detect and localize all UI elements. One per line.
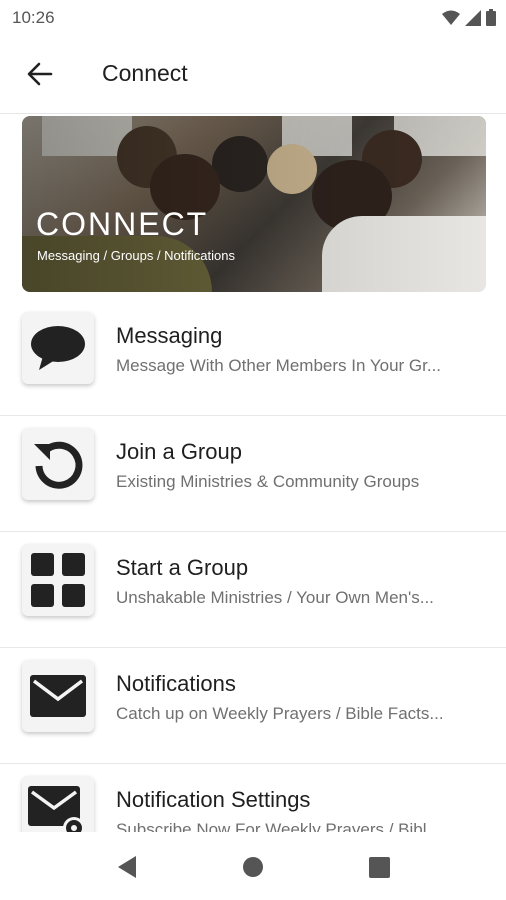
nav-home-button[interactable] xyxy=(238,852,268,882)
battery-icon xyxy=(486,9,496,26)
item-title: Notifications xyxy=(116,671,236,696)
item-title: Messaging xyxy=(116,323,223,348)
item-subtitle: Catch up on Weekly Prayers / Bible Facts… xyxy=(116,704,444,723)
status-bar: 10:26 xyxy=(0,0,506,36)
item-subtitle: Message With Other Members In Your Gr... xyxy=(116,356,442,375)
system-nav-bar xyxy=(0,832,506,900)
item-subtitle: Subscribe Now For Weekly Prayers / Bibl.… xyxy=(116,820,441,832)
app-bar: Connect xyxy=(0,36,506,114)
list-item-start-group[interactable]: Start a Group Unshakable Ministries / Yo… xyxy=(0,532,506,648)
banner-title: CONNECT xyxy=(36,206,209,242)
envelope-gear-icon xyxy=(28,786,85,832)
list-item-notifications[interactable]: Notifications Catch up on Weekly Prayers… xyxy=(0,648,506,764)
list-item-notification-settings[interactable]: Notification Settings Subscribe Now For … xyxy=(0,764,506,832)
item-subtitle: Unshakable Ministries / Your Own Men's..… xyxy=(116,588,434,607)
list-item-messaging[interactable]: Messaging Message With Other Members In … xyxy=(0,300,506,416)
nav-recents-button[interactable] xyxy=(364,852,394,882)
banner-overlay xyxy=(22,116,486,292)
item-title: Notification Settings xyxy=(116,787,311,812)
refresh-icon xyxy=(34,441,83,489)
content-area[interactable]: CONNECT Messaging / Groups / Notificatio… xyxy=(0,114,506,832)
connect-banner[interactable]: CONNECT Messaging / Groups / Notificatio… xyxy=(22,116,486,292)
icon-tile xyxy=(22,544,94,616)
status-time: 10:26 xyxy=(12,8,55,27)
home-circle-icon xyxy=(243,857,263,877)
recents-square-icon xyxy=(368,856,390,878)
back-button[interactable] xyxy=(22,56,58,92)
item-title: Start a Group xyxy=(116,555,249,580)
envelope-icon xyxy=(30,675,86,717)
grid-icon xyxy=(31,553,85,607)
back-triangle-icon xyxy=(118,856,136,878)
wifi-icon xyxy=(442,10,460,25)
list-item-join-group[interactable]: Join a Group Existing Ministries & Commu… xyxy=(0,416,506,532)
page-title: Connect xyxy=(102,60,188,86)
signal-icon xyxy=(465,9,481,26)
nav-back-button[interactable] xyxy=(112,852,142,882)
icon-tile xyxy=(22,312,94,384)
status-icons xyxy=(442,9,496,26)
chat-bubble-icon xyxy=(31,326,85,370)
icon-tile xyxy=(22,776,94,832)
item-subtitle: Existing Ministries & Community Groups xyxy=(116,472,420,491)
item-title: Join a Group xyxy=(116,439,242,464)
connect-list: Messaging Message With Other Members In … xyxy=(0,300,506,832)
icon-tile xyxy=(22,428,94,500)
banner-subtitle: Messaging / Groups / Notifications xyxy=(37,248,235,263)
icon-tile xyxy=(22,660,94,732)
arrow-left-icon xyxy=(27,62,53,86)
